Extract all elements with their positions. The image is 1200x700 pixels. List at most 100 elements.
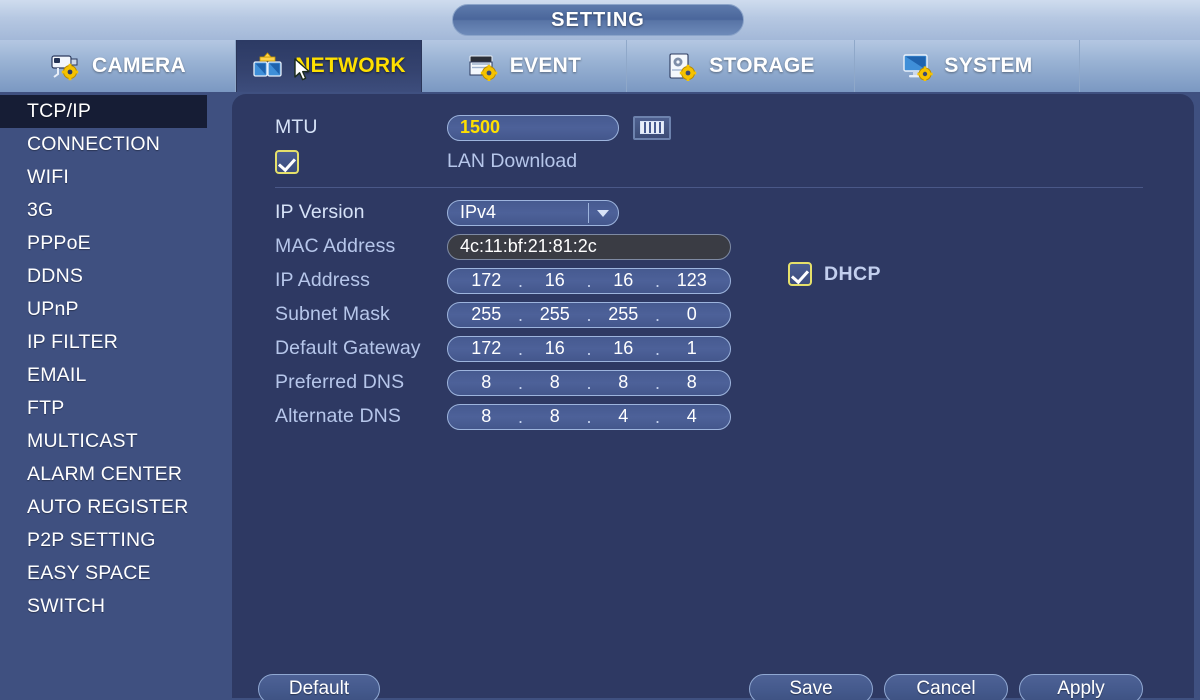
sidebar-item-connection[interactable]: CONNECTION bbox=[0, 128, 232, 161]
ip-octet[interactable]: 123 bbox=[663, 270, 722, 291]
sidebar-item-upnp[interactable]: UPnP bbox=[0, 293, 232, 326]
ip-octet[interactable]: 4 bbox=[663, 406, 722, 427]
sidebar-item-email[interactable]: EMAIL bbox=[0, 359, 232, 392]
sidebar-item-auto-register[interactable]: AUTO REGISTER bbox=[0, 491, 232, 524]
ip-octet[interactable]: 4 bbox=[594, 406, 653, 427]
cancel-button[interactable]: Cancel bbox=[884, 674, 1008, 700]
network-gear-icon bbox=[252, 51, 286, 81]
sidebar-item-label: EASY SPACE bbox=[27, 562, 151, 584]
ip-octet[interactable]: 255 bbox=[594, 304, 653, 325]
subnet-mask-input[interactable]: 255 . 255 . 255 . 0 bbox=[447, 301, 731, 328]
ip-octet[interactable]: 16 bbox=[526, 338, 585, 359]
sidebar-item-ddns[interactable]: DDNS bbox=[0, 260, 232, 293]
sidebar-item-switch[interactable]: SWITCH bbox=[0, 590, 232, 623]
lan-download-label: LAN Download bbox=[447, 150, 578, 172]
ip-octet[interactable]: 0 bbox=[663, 304, 722, 325]
title-bar: SETTING bbox=[0, 0, 1200, 40]
sidebar-item-3g[interactable]: 3G bbox=[0, 194, 232, 227]
mtu-row: MTU 1500 bbox=[275, 111, 1165, 144]
ip-version-row: IP Version IPv4 bbox=[275, 196, 1165, 229]
octet-dot: . bbox=[586, 372, 592, 393]
ip-version-select[interactable]: IPv4 bbox=[447, 199, 619, 226]
lan-download-row: LAN Download bbox=[275, 145, 1165, 178]
octet-dot: . bbox=[654, 338, 660, 359]
setting-window: SETTING CAMERA NETWORK EVENT STORAGE SYS… bbox=[0, 0, 1200, 700]
ip-octet[interactable]: 8 bbox=[663, 372, 722, 393]
alternate-dns-row: Alternate DNS 8 . 8 . 4 . 4 bbox=[275, 400, 1165, 433]
ip-octet[interactable]: 8 bbox=[526, 372, 585, 393]
sidebar-item-label: EMAIL bbox=[27, 364, 87, 386]
ip-octet[interactable]: 172 bbox=[457, 270, 516, 291]
ip-octet[interactable]: 255 bbox=[526, 304, 585, 325]
tab-bar-filler bbox=[1080, 40, 1200, 92]
default-gateway-label: Default Gateway bbox=[275, 337, 421, 359]
sidebar-item-wifi[interactable]: WIFI bbox=[0, 161, 232, 194]
tab-system-label: SYSTEM bbox=[944, 54, 1033, 77]
camera-gear-icon bbox=[49, 51, 83, 81]
dropdown-divider bbox=[587, 202, 589, 223]
sidebar-item-multicast[interactable]: MULTICAST bbox=[0, 425, 232, 458]
dhcp-checkbox[interactable] bbox=[788, 262, 812, 286]
sidebar-item-ftp[interactable]: FTP bbox=[0, 392, 232, 425]
lan-download-checkbox[interactable] bbox=[275, 149, 299, 174]
storage-gear-icon bbox=[666, 51, 700, 82]
tab-system[interactable]: SYSTEM bbox=[855, 40, 1080, 92]
ip-octet[interactable]: 255 bbox=[457, 304, 516, 325]
tab-network[interactable]: NETWORK bbox=[236, 40, 422, 92]
tab-storage[interactable]: STORAGE bbox=[627, 40, 855, 92]
octet-dot: . bbox=[586, 270, 592, 291]
ip-octet[interactable]: 16 bbox=[526, 270, 585, 291]
default-gateway-input[interactable]: 172 . 16 . 16 . 1 bbox=[447, 335, 731, 362]
sidebar-item-alarm-center[interactable]: ALARM CENTER bbox=[0, 458, 232, 491]
ip-octet[interactable]: 8 bbox=[457, 406, 516, 427]
tab-camera[interactable]: CAMERA bbox=[0, 40, 236, 92]
sidebar-item-label: MULTICAST bbox=[27, 430, 138, 452]
mac-address-value: 4c:11:bf:21:81:2c bbox=[460, 236, 597, 256]
ip-address-label: IP Address bbox=[275, 269, 370, 291]
octet-dot: . bbox=[517, 270, 523, 291]
mac-address-row: MAC Address 4c:11:bf:21:81:2c bbox=[275, 230, 1165, 263]
ip-octet[interactable]: 16 bbox=[594, 338, 653, 359]
alternate-dns-input[interactable]: 8 . 8 . 4 . 4 bbox=[447, 403, 731, 430]
sidebar-item-pppoe[interactable]: PPPoE bbox=[0, 227, 232, 260]
subnet-mask-label: Subnet Mask bbox=[275, 303, 390, 325]
sidebar-item-label: AUTO REGISTER bbox=[27, 496, 189, 518]
main-tab-bar: CAMERA NETWORK EVENT STORAGE SYSTEM bbox=[0, 40, 1200, 92]
alternate-dns-label: Alternate DNS bbox=[275, 405, 401, 427]
ip-address-input[interactable]: 172 . 16 . 16 . 123 bbox=[447, 267, 731, 294]
apply-button[interactable]: Apply bbox=[1019, 674, 1143, 700]
octet-dot: . bbox=[654, 372, 660, 393]
dhcp-label: DHCP bbox=[824, 262, 881, 285]
ip-octet[interactable]: 16 bbox=[594, 270, 653, 291]
tab-camera-label: CAMERA bbox=[92, 54, 186, 77]
ip-version-value: IPv4 bbox=[460, 202, 497, 222]
ip-octet[interactable]: 8 bbox=[594, 372, 653, 393]
apply-button-label: Apply bbox=[1057, 678, 1105, 699]
octet-dot: . bbox=[517, 338, 523, 359]
ip-address-row: IP Address 172 . 16 . 16 . 123 bbox=[275, 264, 1165, 297]
ip-octet[interactable]: 8 bbox=[526, 406, 585, 427]
sidebar-item-tcpip[interactable]: TCP/IP bbox=[0, 95, 207, 128]
sidebar-item-easy-space[interactable]: EASY SPACE bbox=[0, 557, 232, 590]
keyboard-icon[interactable] bbox=[633, 115, 671, 140]
sidebar-item-label: PPPoE bbox=[27, 232, 91, 254]
dhcp-row: DHCP bbox=[788, 262, 881, 286]
sidebar-item-label: TCP/IP bbox=[27, 100, 92, 122]
sidebar-item-label: CONNECTION bbox=[27, 133, 161, 155]
sidebar-item-label: 3G bbox=[27, 199, 54, 221]
default-button[interactable]: Default bbox=[258, 674, 380, 700]
ip-octet[interactable]: 172 bbox=[457, 338, 516, 359]
sidebar-item-ip-filter[interactable]: IP FILTER bbox=[0, 326, 232, 359]
ip-octet[interactable]: 1 bbox=[663, 338, 722, 359]
mtu-label: MTU bbox=[275, 116, 318, 138]
preferred-dns-input[interactable]: 8 . 8 . 8 . 8 bbox=[447, 369, 731, 396]
tcpip-form: MTU 1500 LAN Download IP Version IPv4 MA… bbox=[275, 111, 1165, 434]
save-button-label: Save bbox=[789, 678, 833, 699]
save-button[interactable]: Save bbox=[749, 674, 873, 700]
sidebar-item-p2p-setting[interactable]: P2P SETTING bbox=[0, 524, 232, 557]
page-title: SETTING bbox=[551, 8, 645, 31]
ip-octet[interactable]: 8 bbox=[457, 372, 516, 393]
tab-network-label: NETWORK bbox=[295, 54, 406, 77]
tab-event[interactable]: EVENT bbox=[422, 40, 627, 92]
mtu-input[interactable]: 1500 bbox=[447, 114, 619, 141]
